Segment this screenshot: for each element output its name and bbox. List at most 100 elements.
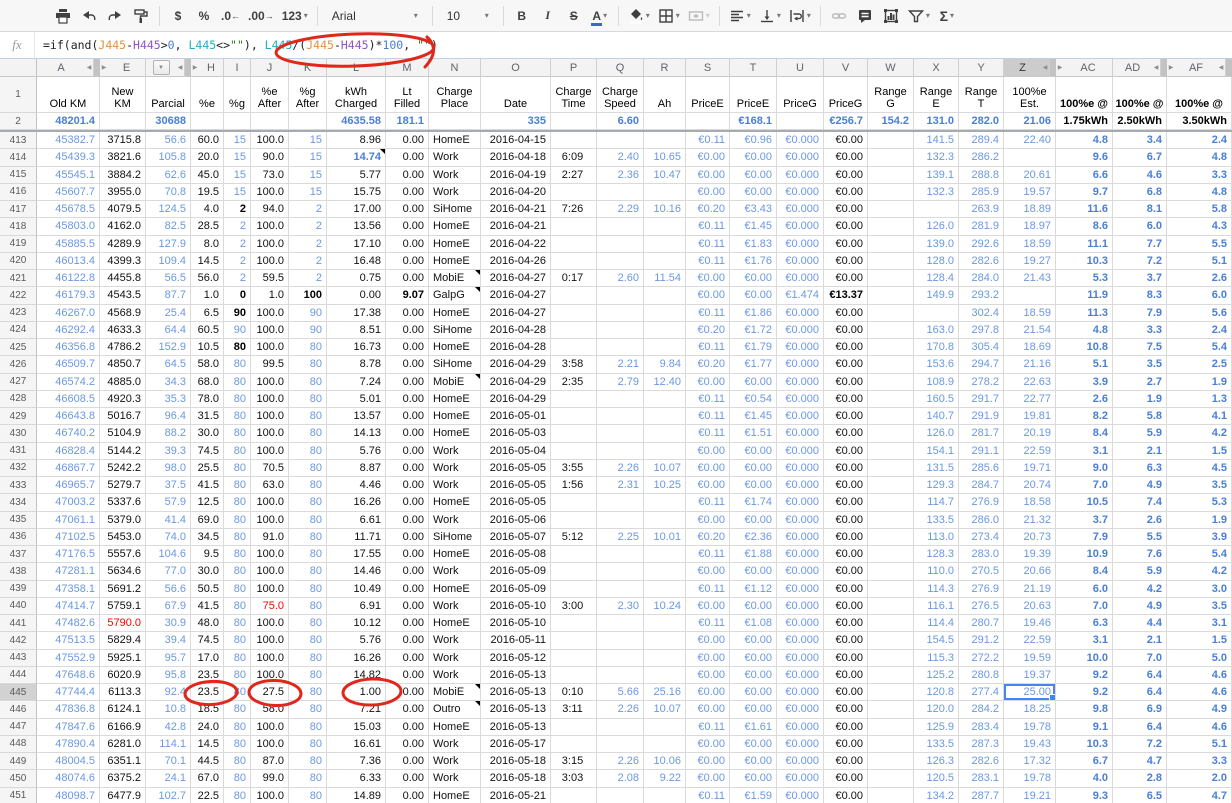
cell-o438[interactable]: 2016-05-09 — [481, 563, 551, 580]
cell-j431[interactable]: 100.0 — [251, 443, 289, 460]
cell-s444[interactable]: €0.00 — [686, 667, 730, 684]
cell-v427[interactable]: €0.00 — [824, 374, 868, 391]
cell-f413[interactable]: 56.6 — [146, 132, 191, 149]
cell-t445[interactable]: €0.00 — [730, 684, 777, 701]
cell-n434[interactable]: HomeE — [429, 494, 481, 511]
cell-t430[interactable]: €1.51 — [730, 425, 777, 442]
cell-x427[interactable]: 108.9 — [914, 374, 959, 391]
cell-r441[interactable] — [644, 615, 686, 632]
cell-x430[interactable]: 126.0 — [914, 425, 959, 442]
cell-af441[interactable]: 3.1 — [1167, 615, 1232, 632]
cell-ac437[interactable]: 10.9 — [1056, 546, 1113, 563]
insert-comment-button[interactable] — [853, 4, 877, 28]
column-header-v[interactable]: V — [824, 59, 868, 77]
cell-o419[interactable]: 2016-04-22 — [481, 236, 551, 253]
cell-e420[interactable]: 4399.3 — [100, 253, 146, 270]
cell-z451[interactable]: 19.21 — [1004, 788, 1056, 803]
cell-k426[interactable]: 80 — [289, 356, 327, 373]
cell-r431[interactable] — [644, 443, 686, 460]
cell-u439[interactable]: €0.000 — [777, 581, 824, 598]
cell-v421[interactable]: €0.00 — [824, 270, 868, 287]
cell-p438[interactable] — [551, 563, 597, 580]
cell-z414[interactable] — [1004, 149, 1056, 166]
cell-a421[interactable]: 46122.8 — [37, 270, 100, 287]
cell-af451[interactable]: 4.7 — [1167, 788, 1232, 803]
cell-l1[interactable]: kWh Charged — [327, 77, 386, 113]
cell-o447[interactable]: 2016-05-13 — [481, 719, 551, 736]
cell-n451[interactable]: HomeE — [429, 788, 481, 803]
cell-i428[interactable]: 80 — [224, 391, 251, 408]
cell-n450[interactable]: Work — [429, 770, 481, 787]
cell-m450[interactable]: 0.00 — [386, 770, 429, 787]
cell-j2[interactable] — [251, 113, 289, 130]
cell-s433[interactable]: €0.00 — [686, 477, 730, 494]
column-header-t[interactable]: T — [730, 59, 777, 77]
cell-f419[interactable]: 127.9 — [146, 236, 191, 253]
cell-u421[interactable]: €0.000 — [777, 270, 824, 287]
row-header-416[interactable]: 416 — [0, 184, 37, 201]
cell-o439[interactable]: 2016-05-09 — [481, 581, 551, 598]
column-header-q[interactable]: Q — [597, 59, 644, 77]
cell-o430[interactable]: 2016-05-03 — [481, 425, 551, 442]
cell-w414[interactable] — [868, 149, 914, 166]
cell-r446[interactable]: 10.07 — [644, 701, 686, 718]
cell-i444[interactable]: 80 — [224, 667, 251, 684]
cell-h442[interactable]: 74.5 — [191, 632, 224, 649]
cell-o427[interactable]: 2016-04-29 — [481, 374, 551, 391]
cell-m2[interactable]: 181.1 — [386, 113, 429, 130]
strikethrough-button[interactable]: S — [562, 4, 586, 28]
cell-r434[interactable] — [644, 494, 686, 511]
cell-ac446[interactable]: 9.8 — [1056, 701, 1113, 718]
cell-f447[interactable]: 42.8 — [146, 719, 191, 736]
cell-u451[interactable]: €0.000 — [777, 788, 824, 803]
cell-l431[interactable]: 5.76 — [327, 443, 386, 460]
cell-h440[interactable]: 41.5 — [191, 598, 224, 615]
cell-j423[interactable]: 100.0 — [251, 305, 289, 322]
cell-p451[interactable] — [551, 788, 597, 803]
cell-n427[interactable]: MobiE — [429, 374, 481, 391]
cell-w425[interactable] — [868, 339, 914, 356]
cell-y438[interactable]: 270.5 — [959, 563, 1004, 580]
cell-a435[interactable]: 47061.1 — [37, 512, 100, 529]
cell-w443[interactable] — [868, 650, 914, 667]
cell-t434[interactable]: €1.74 — [730, 494, 777, 511]
cell-o428[interactable]: 2016-04-29 — [481, 391, 551, 408]
cell-q444[interactable] — [597, 667, 644, 684]
cell-ad437[interactable]: 7.6 — [1113, 546, 1167, 563]
cell-n441[interactable]: HomeE — [429, 615, 481, 632]
cell-q428[interactable] — [597, 391, 644, 408]
cell-r449[interactable]: 10.06 — [644, 753, 686, 770]
cell-q447[interactable] — [597, 719, 644, 736]
row-header-433[interactable]: 433 — [0, 477, 37, 494]
cell-p430[interactable] — [551, 425, 597, 442]
cell-ad442[interactable]: 2.1 — [1113, 632, 1167, 649]
row-header-428[interactable]: 428 — [0, 391, 37, 408]
cell-x419[interactable]: 139.0 — [914, 236, 959, 253]
cell-af424[interactable]: 2.4 — [1167, 322, 1232, 339]
cell-q427[interactable]: 2.79 — [597, 374, 644, 391]
cell-x431[interactable]: 154.1 — [914, 443, 959, 460]
cell-o417[interactable]: 2016-04-21 — [481, 201, 551, 218]
cell-x416[interactable]: 132.3 — [914, 184, 959, 201]
cell-v437[interactable]: €0.00 — [824, 546, 868, 563]
cell-af415[interactable]: 3.3 — [1167, 167, 1232, 184]
row-header-450[interactable]: 450 — [0, 770, 37, 787]
cell-h418[interactable]: 28.5 — [191, 218, 224, 235]
cell-r418[interactable] — [644, 218, 686, 235]
cell-t1[interactable]: PriceE — [730, 77, 777, 113]
cell-z433[interactable]: 20.74 — [1004, 477, 1056, 494]
cell-a416[interactable]: 45607.7 — [37, 184, 100, 201]
cell-t446[interactable]: €0.00 — [730, 701, 777, 718]
cell-s421[interactable]: €0.00 — [686, 270, 730, 287]
cell-m435[interactable]: 0.00 — [386, 512, 429, 529]
cell-x420[interactable]: 128.0 — [914, 253, 959, 270]
cell-e419[interactable]: 4289.9 — [100, 236, 146, 253]
cell-h415[interactable]: 45.0 — [191, 167, 224, 184]
cell-e444[interactable]: 6020.9 — [100, 667, 146, 684]
cell-k438[interactable]: 80 — [289, 563, 327, 580]
cell-u434[interactable]: €0.000 — [777, 494, 824, 511]
cell-s416[interactable]: €0.00 — [686, 184, 730, 201]
cell-e425[interactable]: 4786.2 — [100, 339, 146, 356]
cell-z427[interactable]: 22.63 — [1004, 374, 1056, 391]
cell-af443[interactable]: 5.0 — [1167, 650, 1232, 667]
